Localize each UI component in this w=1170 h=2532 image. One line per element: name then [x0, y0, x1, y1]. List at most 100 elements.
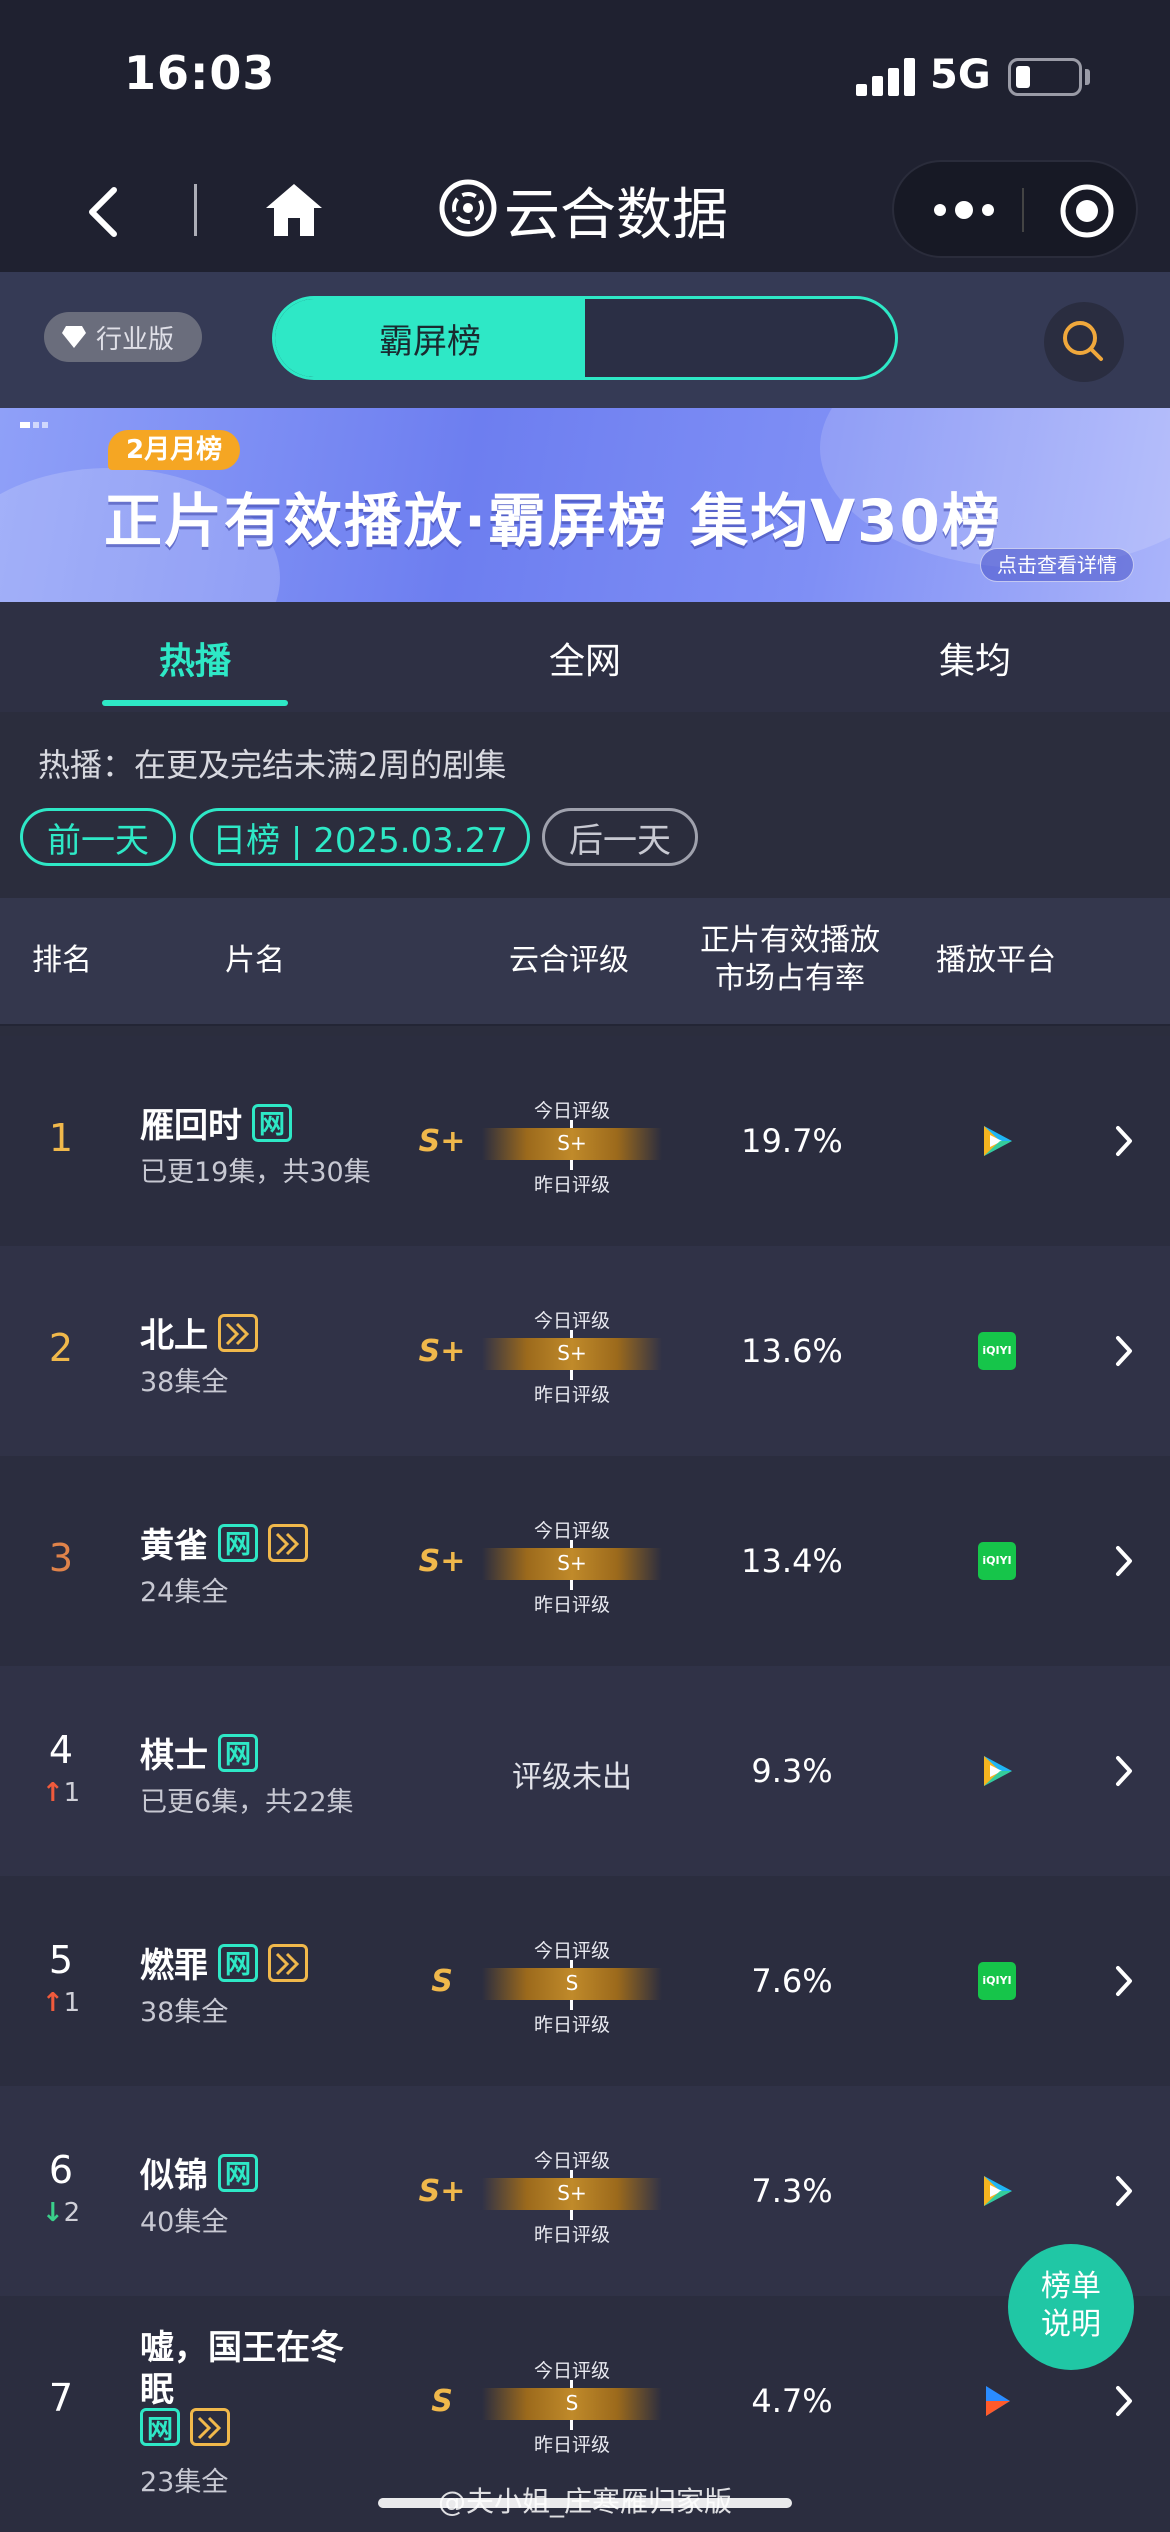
arrow-up-icon: ↑ [41, 1778, 64, 1808]
banner-title: 正片有效播放·霸屏榜 集均V30榜 [104, 487, 1002, 555]
iqiyi-icon: iQIYI [978, 1542, 1016, 1580]
market-share: 9.3% [751, 1752, 833, 1790]
list-description: 热播：在更及完结未满2周的剧集 [38, 746, 507, 784]
diamond-icon [62, 326, 86, 348]
chevron-right-icon[interactable] [1112, 2384, 1136, 2418]
table-row[interactable]: 5 ↑1 燃罪 网 38集全 S 今日评级 S 昨日评级 7.6% iQIYI [0, 1876, 1170, 2086]
header-share-line1: 正片有效播放 [700, 923, 880, 958]
prev-day-button[interactable]: 前一天 [20, 808, 176, 866]
header-rating: 云合评级 [509, 943, 629, 978]
tab-all-network[interactable]: 全网 [485, 632, 685, 684]
promo-banner[interactable]: 2月月榜 正片有效播放·霸屏榜 集均V30榜 点击查看详情 [0, 408, 1170, 602]
chevron-right-icon[interactable] [1112, 1964, 1136, 1998]
iqiyi-icon: iQIYI [978, 1332, 1016, 1370]
banner-tag: 2月月榜 [108, 430, 241, 470]
rating-pending: 评级未出 [512, 1760, 632, 1795]
today-rating-label: 今日评级 [533, 2360, 610, 2382]
tab-bar: 热播 全网 集均 [0, 602, 1170, 712]
network-badge: 网 [140, 2408, 180, 2446]
grade-bar-text: S+ [557, 1131, 587, 1155]
more-icon[interactable] [926, 190, 1006, 230]
episode-info: 38集全 [140, 1997, 229, 2028]
today-rating-label: 今日评级 [533, 1940, 610, 1962]
yesterday-rating-label: 昨日评级 [533, 1174, 610, 1196]
arrow-up-icon: ↑ [41, 1988, 64, 2018]
today-rating-label: 今日评级 [533, 1310, 610, 1332]
chevron-right-icon[interactable] [1112, 1124, 1136, 1158]
yesterday-rating-label: 昨日评级 [533, 2434, 610, 2456]
network-badge: 网 [218, 1733, 258, 1772]
fast-forward-badge-icon [268, 1943, 308, 1982]
rank-number: 3 [48, 1536, 74, 1580]
home-indicator [378, 2498, 792, 2508]
back-icon[interactable] [72, 172, 152, 252]
network-badge: 网 [218, 1523, 258, 1562]
header-rank: 排名 [32, 943, 92, 978]
episode-info: 23集全 [140, 2467, 229, 2498]
market-share: 13.4% [741, 1542, 843, 1580]
status-bar: 16:03 5G [0, 0, 1170, 150]
table-row[interactable]: 2 北上 38集全 S+ 今日评级 S+ 昨日评级 13.6% iQIYI [0, 1246, 1170, 1456]
chevron-right-icon[interactable] [1112, 1544, 1136, 1578]
carousel-dots [20, 422, 48, 428]
mini-program-capsule [892, 160, 1138, 258]
rank-change: ↑1 [41, 1778, 81, 1808]
rank-number: 4 [48, 1728, 74, 1772]
date-selector[interactable]: 日榜 | 2025.03.27 [190, 808, 530, 866]
drama-title: 燃罪 网 [140, 1938, 308, 1987]
segment-active[interactable]: 霸屏榜 [275, 299, 585, 377]
tab-hot[interactable]: 热播 [95, 632, 295, 684]
ranking-segment-control: 霸屏榜 [272, 296, 898, 380]
tab-per-episode[interactable]: 集均 [875, 632, 1075, 684]
table-row[interactable]: 4 ↑1 棋士 网 已更6集，共22集 评级未出 9.3% [0, 1666, 1170, 1876]
app-title: 云合数据 [504, 183, 728, 248]
chevron-right-icon[interactable] [1112, 1754, 1136, 1788]
header-share-line2: 市场占有率 [715, 961, 865, 996]
drama-title: 棋士 网 [140, 1728, 258, 1777]
tab-active-indicator [102, 700, 288, 706]
header-platform: 播放平台 [936, 943, 1056, 978]
next-day-button[interactable]: 后一天 [542, 808, 698, 866]
grade-value: S+ [418, 1124, 466, 1159]
battery-icon [1008, 58, 1082, 96]
network-badge: 网 [252, 1103, 292, 1142]
target-icon[interactable] [1058, 182, 1116, 240]
drama-title: 似锦 网 [140, 2148, 258, 2197]
grade-value: S+ [418, 2174, 466, 2209]
segment-inactive[interactable] [585, 299, 895, 377]
market-share: 7.3% [751, 2172, 833, 2210]
table-header: 排名 片名 云合评级 正片有效播放 市场占有率 播放平台 [0, 898, 1170, 1026]
network-badge: 网 [218, 2153, 258, 2192]
edition-badge[interactable]: 行业版 [44, 312, 202, 362]
episode-info: 已更6集，共22集 [140, 1787, 354, 1818]
rank-number: 6 [48, 2148, 74, 2192]
network-type: 5G [930, 52, 991, 98]
home-icon[interactable] [262, 178, 326, 242]
table-row[interactable]: 1 雁回时 网 已更19集，共30集 S+ 今日评级 S+ 昨日评级 19.7% [0, 1036, 1170, 1246]
tencent-video-icon [984, 2176, 1012, 2206]
ranking-explanation-button[interactable]: 榜单 说明 [1008, 2244, 1134, 2370]
today-rating-label: 今日评级 [533, 1520, 610, 1542]
yunhe-logo-icon [438, 178, 498, 238]
chevron-right-icon[interactable] [1112, 1334, 1136, 1368]
grade-bar-text: S+ [557, 1341, 587, 1365]
banner-detail-link[interactable]: 点击查看详情 [980, 548, 1134, 582]
fast-forward-badge-icon [268, 1523, 308, 1562]
rank-number: 7 [48, 2376, 74, 2420]
chevron-right-icon[interactable] [1112, 2174, 1136, 2208]
table-row[interactable]: 6 ↓2 似锦 网 40集全 S+ 今日评级 S+ 昨日评级 7.3% [0, 2086, 1170, 2296]
grade-value: S+ [418, 1544, 466, 1579]
iqiyi-icon: iQIYI [978, 1962, 1016, 2000]
market-share: 4.7% [751, 2382, 833, 2420]
drama-title: 黄雀 网 [140, 1518, 308, 1567]
search-icon[interactable] [1044, 302, 1124, 382]
rank-number: 2 [48, 1326, 74, 1370]
tencent-video-icon [984, 1126, 1012, 1156]
fast-forward-badge-icon [190, 2408, 230, 2446]
today-rating-label: 今日评级 [533, 2150, 610, 2172]
fast-forward-badge-icon [218, 1313, 258, 1352]
episode-info: 已更19集，共30集 [140, 1157, 371, 1188]
rank-change: ↓2 [41, 2198, 81, 2228]
signal-icon [856, 58, 916, 96]
table-row[interactable]: 3 黄雀 网 24集全 S+ 今日评级 S+ 昨日评级 13.4% iQIYI [0, 1456, 1170, 1666]
